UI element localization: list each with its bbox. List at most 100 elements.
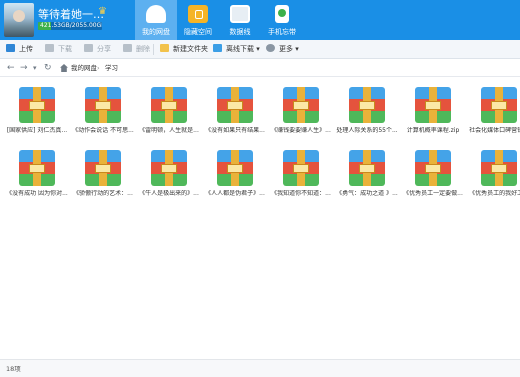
new-folder-label: 新建文件夹 bbox=[173, 45, 208, 53]
delete-button[interactable]: 删除 bbox=[123, 40, 150, 59]
file-item[interactable]: 《人人都是伪君子》... bbox=[202, 143, 268, 203]
breadcrumb-current[interactable]: 学习 bbox=[105, 60, 118, 77]
item-count: 18项 bbox=[6, 365, 21, 373]
refresh-icon[interactable]: ↻ bbox=[44, 60, 52, 77]
more-button[interactable]: 更多 ▾ bbox=[266, 40, 299, 59]
file-name: 《动作会说话 不可思... bbox=[72, 127, 134, 134]
tab-hidden-space[interactable]: 隐藏空间 bbox=[177, 0, 219, 40]
file-item[interactable]: 《雷明顿，人生就是... bbox=[136, 80, 202, 140]
home-icon[interactable] bbox=[60, 64, 68, 72]
tab-my-cloud[interactable]: 我的网盘 bbox=[135, 0, 177, 40]
more-label: 更多 bbox=[279, 45, 293, 53]
zip-buckle bbox=[29, 164, 45, 173]
chevron-down-icon: ▾ bbox=[254, 45, 260, 53]
tab-data-cable[interactable]: 数据线 bbox=[219, 0, 261, 40]
file-item[interactable]: 《骄傲行动的艺术：... bbox=[70, 143, 136, 203]
file-name: 《赚钱要要赚人生》... bbox=[271, 127, 331, 134]
share-icon bbox=[84, 44, 93, 52]
offline-download-icon bbox=[213, 44, 222, 52]
file-name: 《没有如果只有结果... bbox=[205, 127, 265, 134]
tab-phone[interactable]: 手机忘带 bbox=[261, 0, 303, 40]
file-item[interactable]: 《勇气：成功之道 》... bbox=[334, 143, 400, 203]
zip-buckle bbox=[95, 101, 111, 110]
zip-archive-icon bbox=[85, 87, 121, 123]
file-item[interactable]: 《没有如果只有结果... bbox=[202, 80, 268, 140]
upload-icon bbox=[6, 44, 15, 52]
user-avatar[interactable] bbox=[4, 3, 34, 37]
file-item[interactable]: 《没有成功 因为你对... bbox=[4, 143, 70, 203]
file-name: 《我知道你不知道：... bbox=[271, 190, 331, 197]
forward-arrow-icon[interactable]: → bbox=[20, 60, 28, 77]
chevron-down-icon: ▾ bbox=[293, 45, 299, 53]
storage-quota-text: 421.53GB/2055.00GB bbox=[40, 22, 102, 29]
zip-buckle bbox=[425, 164, 441, 173]
crown-icon[interactable]: ♛ bbox=[98, 7, 110, 17]
offline-download-button[interactable]: 离线下载 ▾ bbox=[213, 40, 260, 59]
file-name: 处理人际关系的55个... bbox=[336, 127, 398, 134]
zip-buckle bbox=[359, 101, 375, 110]
file-grid: [国家供应] 刘仁杰真... 《动作会说话 不可思... 《雷明顿，人生就是... 《… bbox=[0, 78, 520, 359]
back-arrow-icon[interactable]: ← bbox=[7, 60, 15, 77]
file-item[interactable]: [国家供应] 刘仁杰真... bbox=[4, 80, 70, 140]
file-item[interactable]: 处理人际关系的55个... bbox=[334, 80, 400, 140]
toolbar-divider bbox=[153, 44, 154, 55]
file-item[interactable]: 《我知道你不知道：... bbox=[268, 143, 334, 203]
tab-label: 我的网盘 bbox=[142, 28, 170, 36]
file-name: 《雷明顿，人生就是... bbox=[139, 127, 199, 134]
breadcrumb-root[interactable]: 我的网盘 bbox=[71, 60, 97, 77]
phone-icon bbox=[275, 5, 289, 23]
offline-download-label: 离线下载 bbox=[226, 45, 254, 53]
address-bar: ← → ▾ ↻ 我的网盘 › 学习 bbox=[0, 60, 520, 77]
monitor-icon bbox=[230, 5, 250, 23]
file-item[interactable]: 计算机概率课程.zip bbox=[400, 80, 466, 140]
zip-archive-icon bbox=[349, 87, 385, 123]
zip-archive-icon bbox=[415, 87, 451, 123]
zip-archive-icon bbox=[217, 87, 253, 123]
zip-buckle bbox=[227, 101, 243, 110]
zip-archive-icon bbox=[151, 87, 187, 123]
file-item[interactable]: 《优秀员工一定要做... bbox=[400, 143, 466, 203]
upload-button[interactable]: 上传 bbox=[6, 40, 33, 59]
zip-archive-icon bbox=[481, 150, 517, 186]
history-dropdown-icon[interactable]: ▾ bbox=[33, 60, 37, 77]
zip-buckle bbox=[161, 164, 177, 173]
file-item[interactable]: 社会化媒体口碑营销... bbox=[466, 80, 520, 140]
file-name: 《人人都是伪君子》... bbox=[205, 190, 265, 197]
file-item[interactable]: 《赚钱要要赚人生》... bbox=[268, 80, 334, 140]
zip-archive-icon bbox=[283, 87, 319, 123]
zip-buckle bbox=[359, 164, 375, 173]
tab-label: 数据线 bbox=[229, 28, 251, 36]
cloud-icon bbox=[146, 5, 166, 23]
file-name: 《骄傲行动的艺术：... bbox=[73, 190, 133, 197]
file-name: 《没有成功 因为你对... bbox=[6, 190, 68, 197]
zip-archive-icon bbox=[19, 150, 55, 186]
zip-buckle bbox=[491, 101, 507, 110]
download-label: 下载 bbox=[58, 45, 72, 53]
download-button[interactable]: 下载 bbox=[45, 40, 72, 59]
file-name: 社会化媒体口碑营销... bbox=[469, 127, 520, 134]
trash-icon bbox=[123, 44, 132, 52]
file-name: 计算机概率课程.zip bbox=[406, 127, 460, 134]
zip-archive-icon bbox=[349, 150, 385, 186]
avatar-face bbox=[13, 10, 25, 22]
zip-archive-icon bbox=[151, 150, 187, 186]
file-name: 《勇气：成功之道 》... bbox=[336, 190, 398, 197]
new-folder-button[interactable]: 新建文件夹 bbox=[160, 40, 208, 59]
download-icon bbox=[45, 44, 54, 52]
file-item[interactable]: 《优秀员工的我好工... bbox=[466, 143, 520, 203]
share-label: 分享 bbox=[97, 45, 111, 53]
zip-buckle bbox=[425, 101, 441, 110]
zip-buckle bbox=[29, 101, 45, 110]
zip-buckle bbox=[491, 164, 507, 173]
file-item[interactable]: 《动作会说话 不可思... bbox=[70, 80, 136, 140]
tab-label: 手机忘带 bbox=[268, 28, 296, 36]
delete-label: 删除 bbox=[136, 45, 150, 53]
tab-label: 隐藏空间 bbox=[184, 28, 212, 36]
zip-buckle bbox=[293, 164, 309, 173]
share-button[interactable]: 分享 bbox=[84, 40, 111, 59]
upload-label: 上传 bbox=[19, 45, 33, 53]
file-name: 《牛人是极出来的》... bbox=[139, 190, 199, 197]
file-item[interactable]: 《牛人是极出来的》... bbox=[136, 143, 202, 203]
more-icon bbox=[266, 44, 275, 52]
zip-archive-icon bbox=[283, 150, 319, 186]
